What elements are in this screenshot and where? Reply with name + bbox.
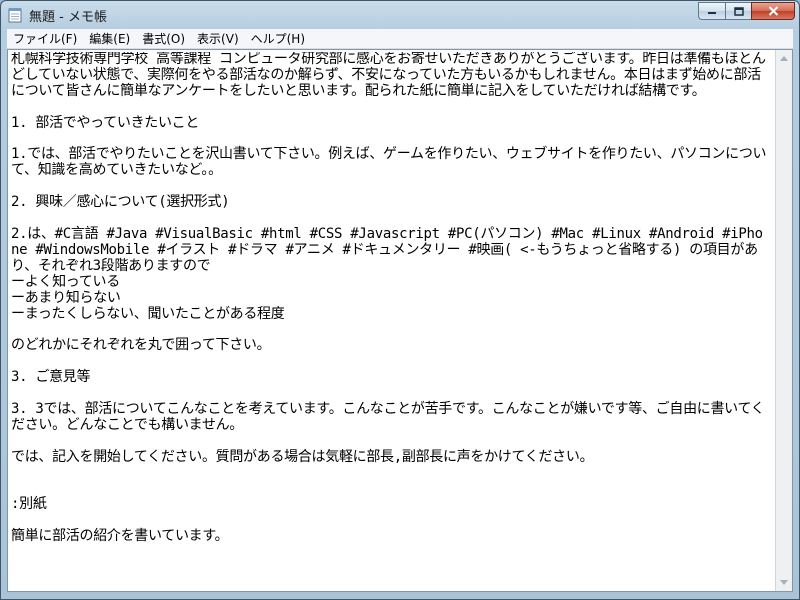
- maximize-icon: [733, 6, 744, 16]
- scroll-up-icon: [780, 56, 788, 61]
- scroll-down-icon: [780, 580, 788, 585]
- close-icon: [768, 6, 778, 16]
- scroll-down-button[interactable]: [776, 574, 792, 591]
- minimize-icon: [708, 12, 716, 14]
- close-button[interactable]: [751, 2, 795, 20]
- editor-area: 札幌科学技術専門学校 高等課程 コンピュータ研究部に感心をお寄せいただきありがと…: [7, 49, 793, 592]
- menu-format[interactable]: 書式(O): [136, 30, 191, 48]
- menu-help[interactable]: ヘルプ(H): [245, 30, 311, 48]
- menu-file[interactable]: ファイル(F): [7, 30, 83, 48]
- minimize-button[interactable]: [698, 2, 725, 20]
- caption-buttons: [698, 2, 795, 22]
- document-text[interactable]: 札幌科学技術専門学校 高等課程 コンピュータ研究部に感心をお寄せいただきありがと…: [11, 52, 769, 588]
- scroll-up-button[interactable]: [776, 50, 792, 67]
- maximize-button[interactable]: [725, 2, 751, 20]
- title-bar[interactable]: 無題 - メモ帳: [1, 1, 799, 29]
- window-title: 無題 - メモ帳: [29, 10, 107, 25]
- vertical-scrollbar[interactable]: [775, 50, 792, 591]
- notepad-icon: [8, 7, 22, 23]
- menu-edit[interactable]: 編集(E): [83, 30, 136, 48]
- notepad-window: 無題 - メモ帳 ファイル(F) 編集(E) 書式(O) 表示(V) ヘルプ(H…: [0, 0, 800, 600]
- menu-view[interactable]: 表示(V): [191, 30, 245, 48]
- menu-bar: ファイル(F) 編集(E) 書式(O) 表示(V) ヘルプ(H): [7, 29, 793, 49]
